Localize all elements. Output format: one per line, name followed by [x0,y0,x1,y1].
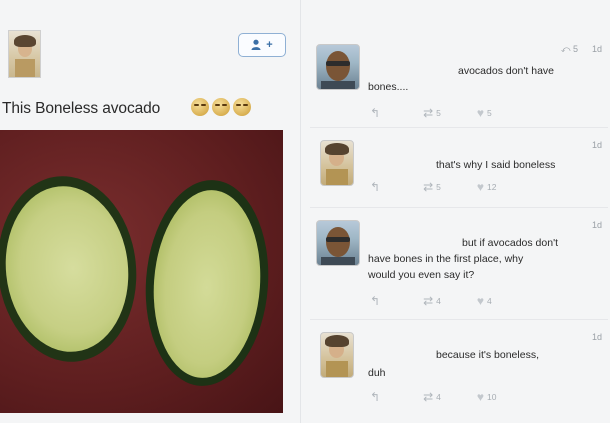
retweet-button[interactable]: ⇄ 5 [423,180,441,194]
tweet-text-line: bones.... [368,81,409,93]
tweet-time: 1d [591,220,602,230]
reply-icon: ↰ [370,106,381,120]
retweet-button[interactable]: ⇄ 4 [423,294,441,308]
retweet-button[interactable]: ⇄ 5 [423,106,441,120]
retweet-icon: ⇄ [423,294,434,308]
retweet-count: 5 [436,182,441,192]
reply-icon: ↰ [370,390,381,404]
like-button[interactable]: ♥ 5 [477,106,492,120]
retweet-count: 4 [436,392,441,402]
like-button[interactable]: ♥ 4 [477,294,492,308]
like-button[interactable]: ♥ 10 [477,390,497,404]
tweet-text-line: because it's boneless, [436,349,539,361]
thread-tweet[interactable]: 1d that's why I said boneless ↰ ⇄ 5 ♥ 12 [310,128,608,208]
heart-icon: ♥ [476,180,484,194]
follow-plus-glyph: + [266,38,273,51]
like-count: 12 [486,182,497,192]
tweet-time: 1d [591,140,602,150]
tweet-text-line: have bones in the first place, why [368,253,524,265]
tweet-text-line: duh [368,367,386,379]
retweet-icon: ⇄ [423,180,434,194]
tweet-actions: ↰ ⇄ 4 ♥ 4 [370,294,492,308]
add-user-icon: + [251,38,273,51]
follow-button[interactable]: + [238,33,286,57]
retweet-count: 5 [436,108,441,118]
heart-icon: ♥ [476,106,484,120]
reply-button[interactable]: ↰ [370,390,383,404]
thread-tweet[interactable]: 1d but if avocados don't have bones in t… [310,208,608,320]
avatar[interactable] [320,140,354,186]
tweet-text-line: avocados don't have [458,65,554,77]
sunglasses-emoji-icon [233,98,251,116]
tweet-actions: ↰ ⇄ 4 ♥ 10 [370,390,496,404]
like-count: 4 [486,296,492,306]
reply-button[interactable]: ↰ [370,180,383,194]
like-button[interactable]: ♥ 12 [477,180,497,194]
column-divider [300,0,301,423]
tweet-actions: ↰ ⇄ 5 ♥ 12 [370,180,496,194]
heart-icon: ♥ [476,294,484,308]
reply-marker-count: 5 [572,44,578,54]
avocado-photo[interactable] [0,130,283,413]
avatar[interactable] [316,220,360,266]
tweet-text-line: would you even say it? [368,269,475,281]
retweet-icon: ⇄ [423,106,434,120]
reply-button[interactable]: ↰ [370,106,383,120]
avatar[interactable] [320,332,354,378]
reply-icon: ↰ [370,294,381,308]
reply-button[interactable]: ↰ [370,294,383,308]
retweet-count: 4 [436,296,441,306]
sunglasses-emoji-icon [212,98,230,116]
retweet-button[interactable]: ⇄ 4 [423,390,441,404]
thread-tweet[interactable]: 1d because it's boneless, duh ↰ ⇄ 4 ♥ 10 [312,320,608,420]
heart-icon: ♥ [476,390,484,404]
reply-marker-icon: ⤺ 5 [560,44,578,54]
tweet-actions: ↰ ⇄ 5 ♥ 5 [370,106,492,120]
like-count: 10 [486,392,497,402]
retweet-icon: ⇄ [423,390,434,404]
tweet-time: 1d [591,332,602,342]
like-count: 5 [486,108,492,118]
sunglasses-emoji-icon [191,98,209,116]
poster-avatar[interactable] [8,30,41,78]
thread-tweet[interactable]: ⤺ 5 1d avocados don't have bones.... ↰ ⇄… [310,36,608,128]
reply-icon: ↰ [370,180,381,194]
tweet-text-line: that's why I said boneless [436,159,556,171]
emoji-group [191,98,251,116]
avatar[interactable] [316,44,360,90]
post-text: This Boneless avocado [2,100,161,117]
tweet-time: 1d [591,44,602,54]
tweet-text-line: but if avocados don't [462,237,558,249]
